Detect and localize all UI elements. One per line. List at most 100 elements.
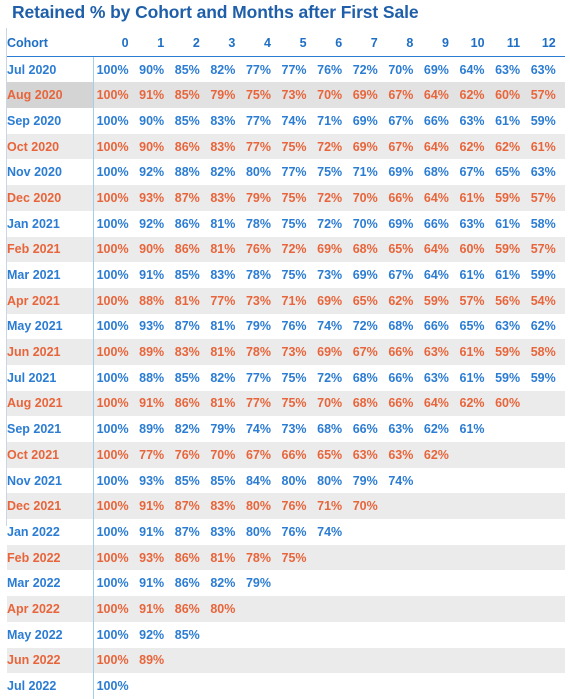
empty-cell [448,647,485,674]
retention-cell: 70% [377,56,414,83]
retention-cell: 68% [413,159,449,186]
empty-cell [484,647,521,674]
retention-cell: 72% [306,185,343,211]
row-edge-spacer [555,236,565,263]
retention-cell: 85% [164,262,200,288]
empty-cell [449,519,485,545]
retention-cell: 93% [128,544,165,571]
retention-cell: 85% [164,364,200,391]
cohort-label: Aug 2021 [7,390,94,417]
retention-cell: 85% [164,108,200,134]
empty-cell [520,390,556,417]
header-row: Cohort 0 1 2 3 4 5 6 7 8 9 10 11 12 [7,30,565,57]
cohort-label: Apr 2021 [7,287,94,314]
retention-cell: 82% [199,364,236,391]
cohort-label: Nov 2020 [7,159,94,186]
table-row: Oct 2021 100% 77% 76% 70% 67% 66% 65% 63% 63% 62% [7,442,565,468]
retention-cell: 63% [448,108,485,134]
retention-cell: 69% [413,56,449,83]
cohort-label: Jul 2020 [7,56,94,83]
empty-cell [449,468,485,494]
empty-cell [342,647,378,674]
retention-cell: 100% [93,493,129,520]
retention-cell: 62% [377,287,414,314]
retention-cell: 77% [235,364,271,391]
retention-cell: 100% [93,467,129,494]
retention-cell: 86% [164,133,200,160]
row-edge-spacer [556,570,565,596]
retention-cell: 63% [413,364,449,391]
row-edge-spacer [555,493,565,520]
retention-cell: 60% [484,82,521,109]
table-row: Sep 2020 100% 90% 85% 83% 77% 74% 71% 69% 67% 66% 6… [7,108,565,134]
empty-cell [377,647,414,674]
retention-cell: 91% [128,262,165,288]
retention-cell: 64% [413,185,449,211]
retention-cell: 80% [199,596,236,622]
retention-cell: 68% [306,416,343,442]
retention-cell: 80% [306,467,343,494]
table-row: May 2021 100% 93% 87% 81% 79% 76% 74% 72% 68% 66% 6… [7,313,565,340]
retention-cell: 81% [199,236,236,263]
retention-cell: 83% [199,493,236,520]
empty-cell [129,673,165,699]
retention-cell: 100% [93,544,129,571]
empty-cell [199,647,236,674]
retention-cell: 100% [93,210,129,237]
row-edge-spacer [555,339,565,365]
retention-cell: 62% [448,82,485,109]
table-row: Dec 2021 100% 91% 87% 83% 80% 76% 71% 70% [7,493,565,520]
empty-cell [413,544,449,571]
retention-cell: 80% [270,467,307,494]
retention-cell: 92% [128,621,165,648]
retention-cell: 62% [484,133,521,160]
retention-cell: 67% [235,442,271,468]
row-edge-spacer [556,56,565,82]
retention-cell: 66% [413,210,449,237]
row-edge-spacer [556,211,565,237]
cohort-label: May 2021 [7,313,94,340]
cohort-label: Jun 2022 [7,647,94,674]
retention-cell: 83% [199,185,236,211]
empty-cell [270,596,307,622]
header-month-12: 12 [520,30,556,57]
retention-cell: 61% [448,364,485,391]
empty-cell [520,622,556,648]
retention-cell: 60% [484,390,521,417]
retention-cell: 67% [377,262,414,288]
retention-cell: 63% [448,210,485,237]
retention-cell: 77% [270,159,307,186]
retention-cell: 74% [306,519,343,545]
header-month-7: 7 [342,30,378,57]
retention-cell: 73% [270,416,307,442]
row-edge-spacer [556,519,565,545]
retention-cell: 93% [128,313,165,340]
retention-cell: 83% [199,133,236,160]
retention-cell: 100% [93,364,129,391]
retention-cell: 73% [235,287,271,314]
retention-cell: 79% [199,82,236,109]
retention-cell: 58% [520,339,556,365]
retention-cell: 75% [270,185,307,211]
table-row: Oct 2020 100% 90% 86% 83% 77% 75% 72% 69% 67% 64% 6… [7,133,565,160]
retention-cell: 75% [270,390,307,417]
retention-cell: 68% [377,313,414,340]
empty-cell [520,468,556,494]
retention-cell: 100% [93,108,129,134]
cohort-label: Sep 2021 [7,416,94,442]
empty-cell [520,570,556,596]
empty-cell [306,647,343,674]
table-row: Dec 2020 100% 93% 87% 83% 79% 75% 72% 70% 66% 64% 6… [7,185,565,211]
cohort-retention-table: Cohort 0 1 2 3 4 5 6 7 8 9 10 11 12 Jul 2020 100% 90% 85… [7,30,565,699]
retention-cell: 100% [93,596,129,622]
empty-cell [378,519,414,545]
retention-cell: 79% [235,570,271,597]
table-header: Cohort 0 1 2 3 4 5 6 7 8 9 10 11 12 [7,30,565,57]
cohort-label: Nov 2021 [7,467,94,494]
empty-cell [485,416,521,442]
retention-cell: 63% [484,56,521,83]
retention-cell: 100% [93,159,129,186]
retention-cell: 69% [342,82,378,109]
retention-cell: 66% [377,185,414,211]
retention-cell: 63% [413,339,449,365]
